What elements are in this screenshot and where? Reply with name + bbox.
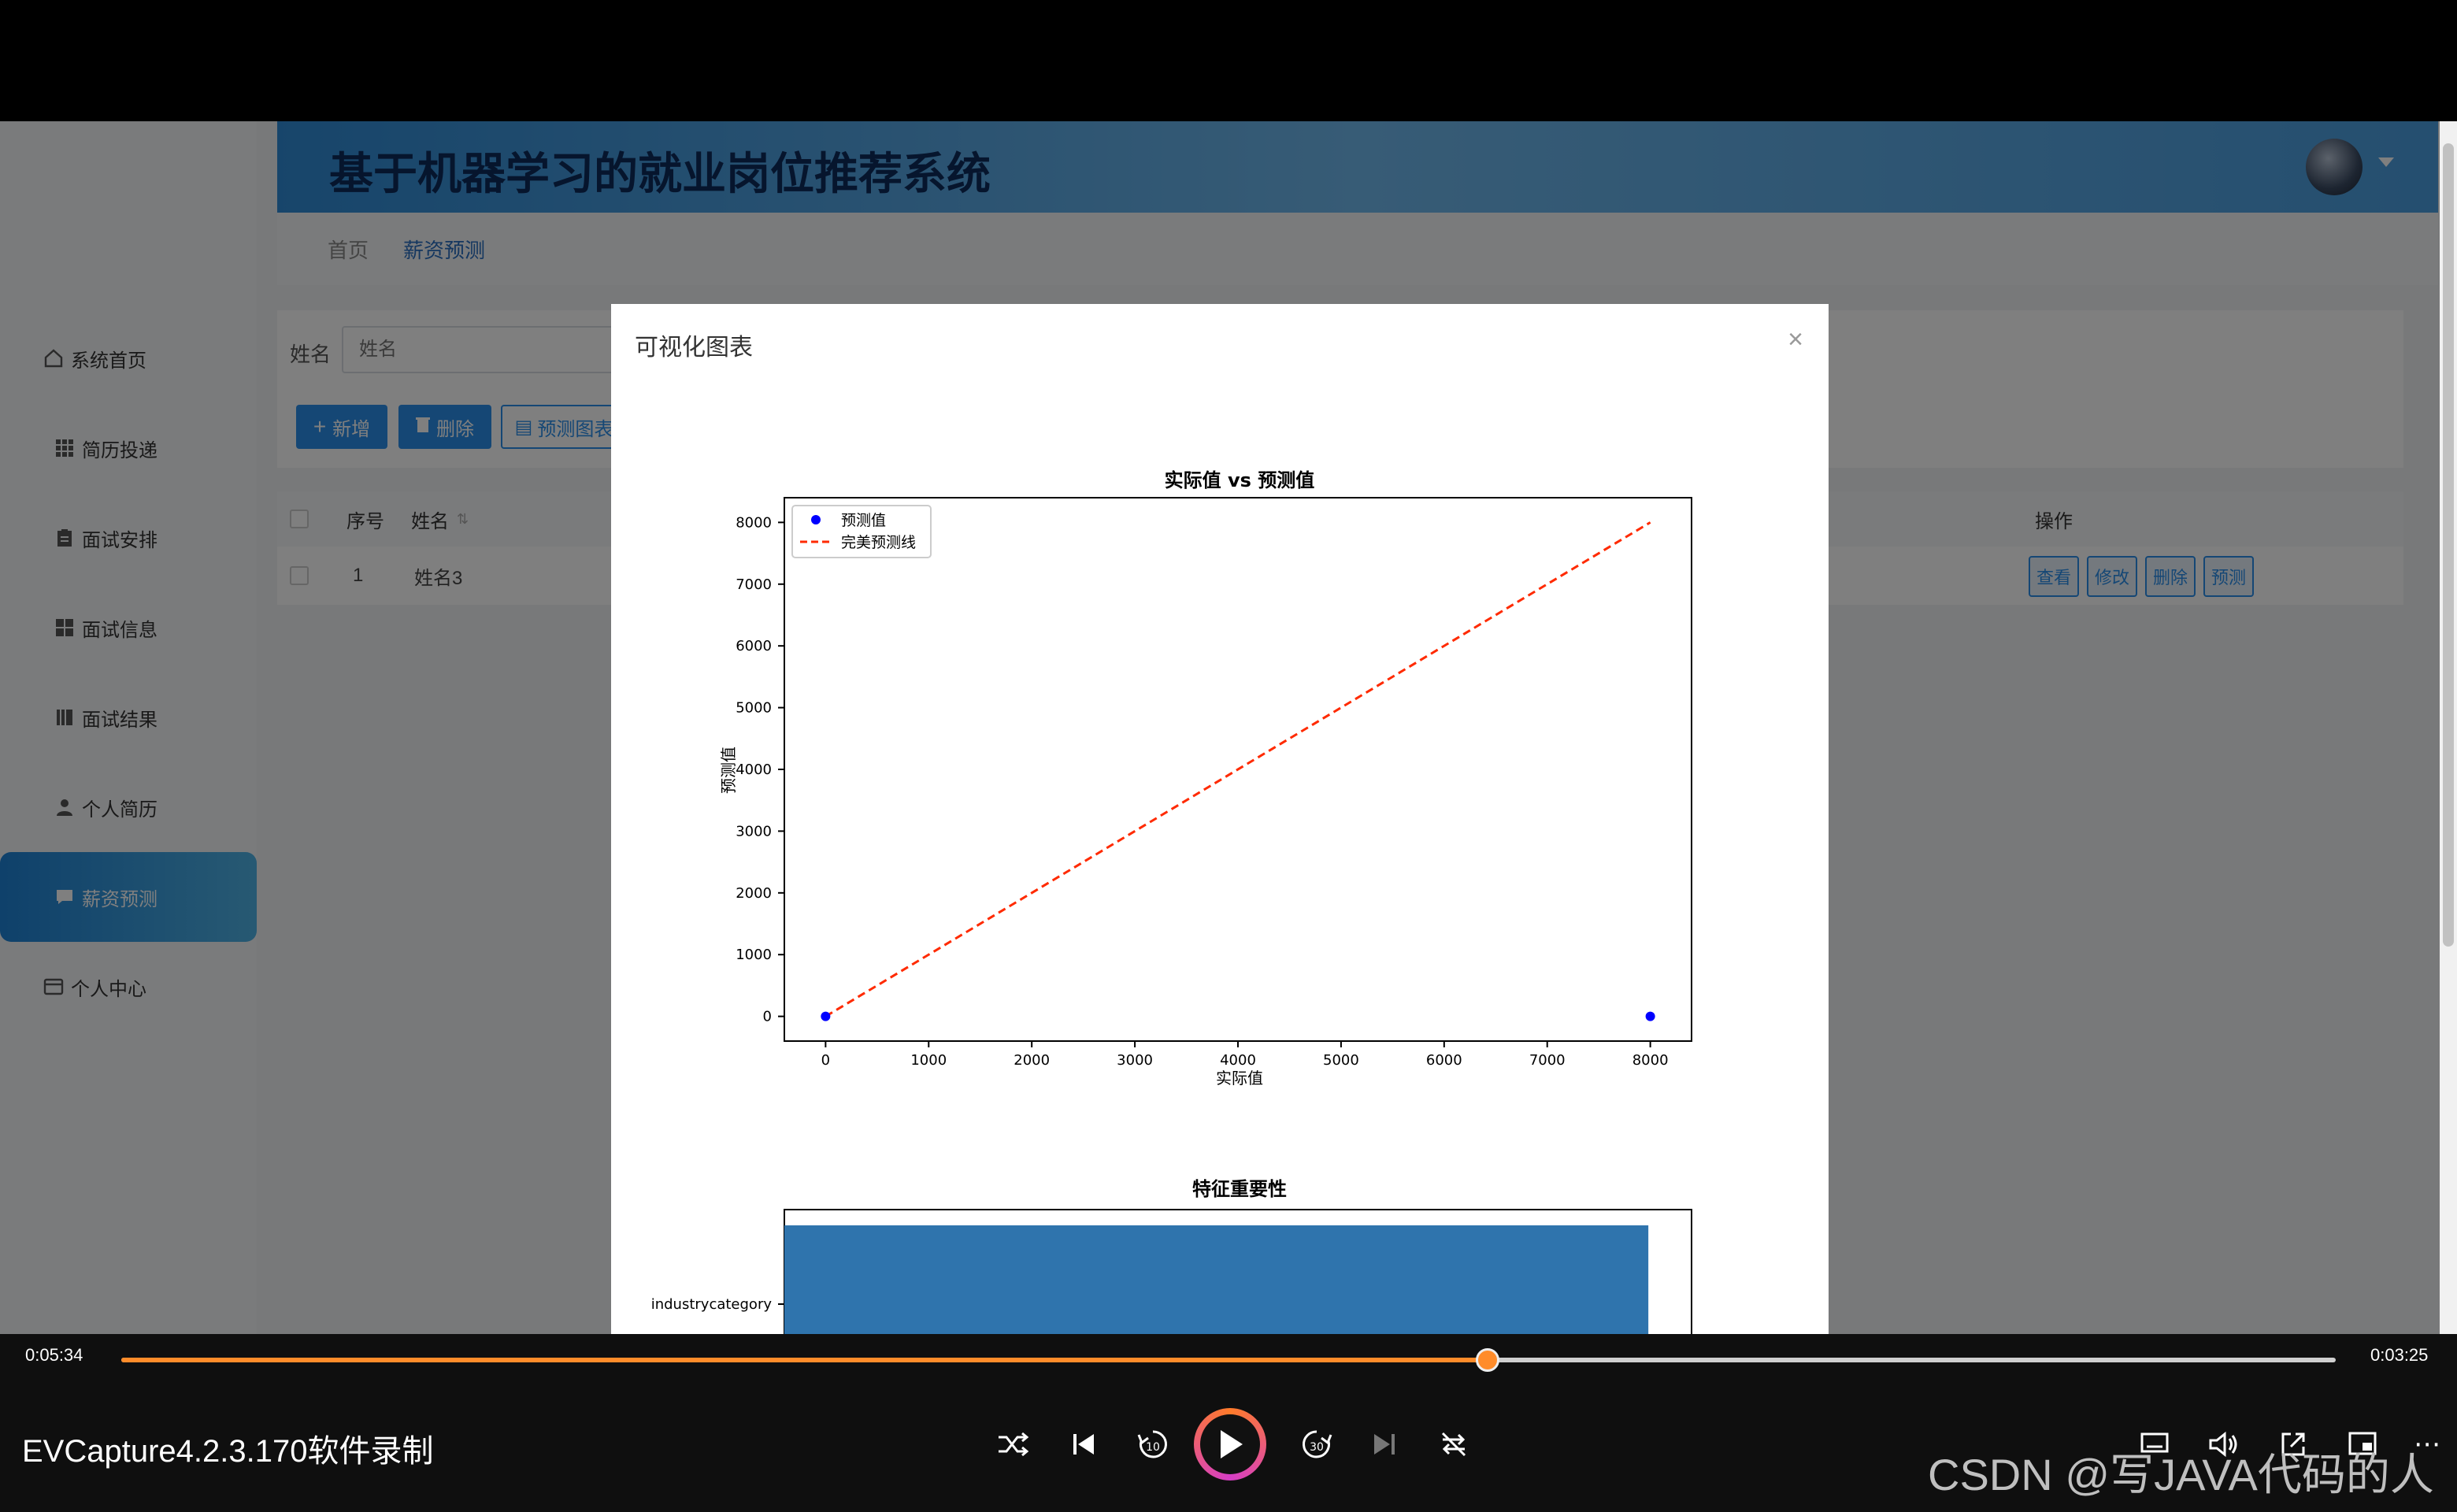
y-tick-label: 2000 [736, 885, 772, 902]
rewind-icon[interactable]: 10 [1129, 1421, 1177, 1468]
scatter-chart-title: 实际值 vs 预测值 [1165, 469, 1315, 491]
x-tick-label: 4000 [1220, 1052, 1256, 1069]
feature-importance-title: 特征重要性 [1192, 1178, 1287, 1200]
play-icon [1221, 1430, 1243, 1458]
x-tick-label: 2000 [1014, 1052, 1050, 1069]
scrollbar-thumb[interactable] [2443, 143, 2454, 947]
rewind-seconds: 10 [1146, 1441, 1160, 1454]
predicted-point [1645, 1011, 1655, 1021]
feature-importance-bar [784, 1225, 1649, 1334]
scatter-chart: 实际值 vs 预测值 0 1000 2000 3000 4000 5000 6000 7000… [719, 469, 1692, 1088]
y-tick-label: 8000 [736, 514, 772, 531]
x-tick-label: 7000 [1529, 1052, 1566, 1069]
legend-label-predicted: 预测值 [841, 512, 886, 529]
repeat-off-icon[interactable] [1430, 1421, 1477, 1468]
y-tick-label: 5000 [736, 700, 772, 717]
legend-marker-predicted [811, 515, 821, 524]
x-tick-label: 8000 [1632, 1052, 1669, 1069]
shuffle-icon[interactable] [989, 1421, 1036, 1468]
y-axis-label: 预测值 [719, 747, 738, 794]
bar-series: industrycategory [651, 1225, 1649, 1334]
y-tick-label: 7000 [736, 576, 772, 593]
y-tick-label: 0 [763, 1009, 772, 1025]
current-time: 0:05:34 [25, 1345, 83, 1365]
next-icon[interactable] [1361, 1421, 1408, 1468]
previous-icon[interactable] [1060, 1421, 1107, 1468]
y-tick-label: 1000 [736, 947, 772, 963]
fast-forward-icon[interactable]: 30 [1293, 1421, 1340, 1468]
screen: 系统首页 简历投递 面试安排 面试信息 [0, 0, 2457, 1512]
recording-title: EVCapture4.2.3.170软件录制 [22, 1434, 434, 1469]
x-axis-ticks: 0 1000 2000 3000 4000 5000 6000 7000 8000 [821, 1041, 1669, 1069]
progress-handle[interactable] [1476, 1348, 1499, 1372]
x-tick-label: 1000 [910, 1052, 947, 1069]
x-tick-label: 3000 [1117, 1052, 1153, 1069]
x-tick-label: 6000 [1426, 1052, 1462, 1069]
forward-seconds: 30 [1310, 1441, 1324, 1454]
chart-legend: 预测值 完美预测线 [791, 505, 932, 558]
legend-label-perfect-line: 完美预测线 [841, 534, 916, 551]
feature-importance-chart: 特征重要性 industrycategory [651, 1178, 1692, 1334]
y-tick-label: 6000 [736, 638, 772, 654]
y-axis-ticks: 0 1000 2000 3000 4000 5000 6000 7000 8000 [736, 514, 784, 1025]
y-tick-label: 4000 [736, 762, 772, 778]
progress-bar[interactable] [121, 1348, 2336, 1372]
predicted-point [821, 1011, 831, 1021]
video-player-controls: 0:05:34 0:03:25 EVCapture4.2.3.170软件录制 1… [0, 1334, 2457, 1512]
black-top-bar [0, 0, 2457, 121]
play-button[interactable] [1194, 1408, 1266, 1480]
progress-fill [121, 1358, 1488, 1362]
category-tick-label: industrycategory [651, 1296, 773, 1313]
chart-dialog: 可视化图表 × 实际值 vs 预测值 0 1000 2000 3000 4000 5000… [611, 304, 1829, 1334]
x-tick-label: 0 [821, 1052, 830, 1069]
page-scrollbar[interactable] [2440, 121, 2457, 1334]
total-time: 0:03:25 [2370, 1345, 2429, 1365]
x-tick-label: 5000 [1323, 1052, 1359, 1069]
watermark: CSDN @写JAVA代码的人 [1928, 1450, 2434, 1499]
x-axis-label: 实际值 [1216, 1069, 1263, 1088]
y-tick-label: 3000 [736, 823, 772, 839]
